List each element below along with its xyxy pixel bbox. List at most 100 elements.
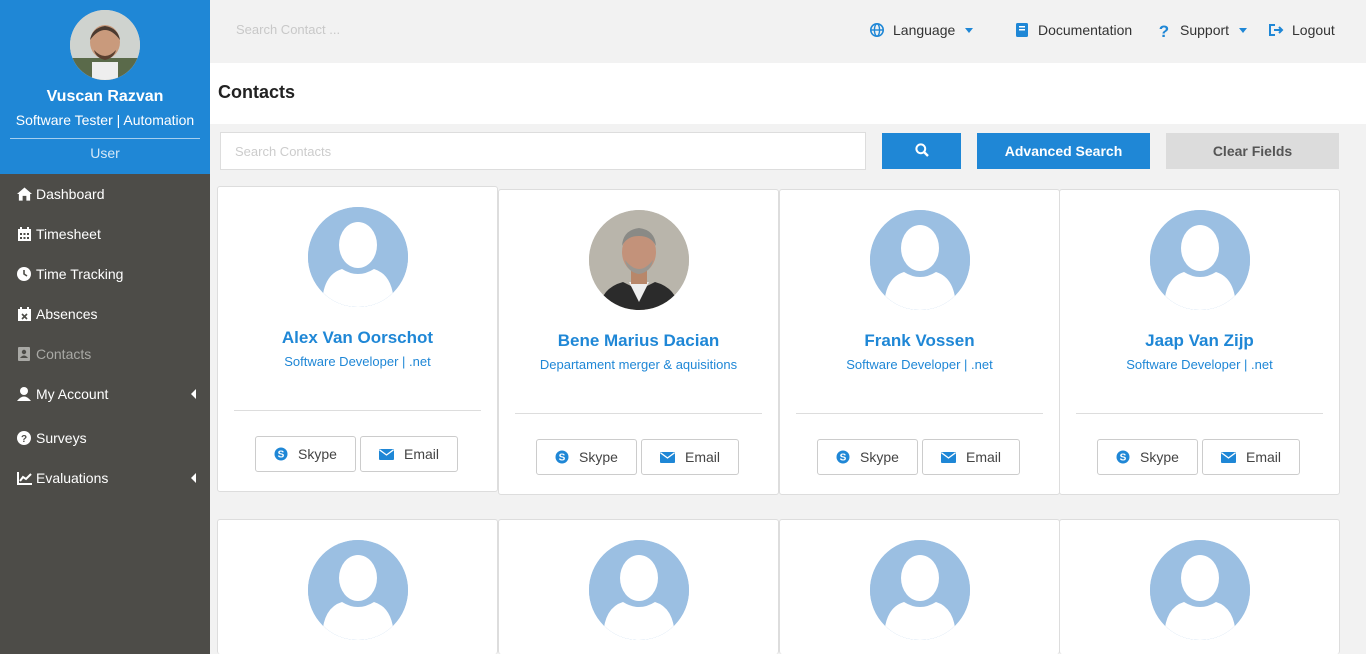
skype-icon: S xyxy=(274,447,288,461)
sidebar-item-label: Timesheet xyxy=(36,226,101,242)
user-icon xyxy=(16,386,32,402)
skype-button[interactable]: S Skype xyxy=(536,439,637,475)
contact-card-icon xyxy=(16,346,32,362)
logout-label: Logout xyxy=(1292,22,1335,38)
contact-avatar[interactable] xyxy=(588,540,689,640)
contact-card xyxy=(217,519,498,654)
profile-divider xyxy=(10,138,200,139)
email-label: Email xyxy=(1245,449,1281,465)
support-label: Support xyxy=(1180,22,1230,38)
email-button[interactable]: Email xyxy=(1202,439,1300,475)
contact-name[interactable]: Jaap Van Zijp xyxy=(1060,331,1339,351)
user-placeholder-icon xyxy=(307,540,408,640)
home-icon xyxy=(16,186,32,202)
contacts-search-input[interactable] xyxy=(220,132,866,170)
skype-icon: S xyxy=(555,450,569,464)
documentation-label: Documentation xyxy=(1038,22,1133,38)
email-button[interactable]: Email xyxy=(641,439,739,475)
contact-card: Bene Marius Dacian Departament merger & … xyxy=(498,189,779,495)
contact-name[interactable]: Frank Vossen xyxy=(780,331,1059,351)
contact-role: Software Developer | .net xyxy=(284,354,431,369)
calendar-icon xyxy=(16,226,32,242)
contact-card: Jaap Van Zijp Software Developer | .net … xyxy=(1059,189,1340,495)
contact-card: Frank Vossen Software Developer | .net S… xyxy=(779,189,1060,495)
sidebar-item-dashboard[interactable]: Dashboard xyxy=(0,174,210,214)
clear-fields-button[interactable]: Clear Fields xyxy=(1166,133,1339,169)
sidebar-item-absences[interactable]: Absences xyxy=(0,294,210,334)
top-search-input[interactable] xyxy=(236,22,486,37)
contact-avatar[interactable] xyxy=(1149,210,1250,310)
sidebar-item-label: Absences xyxy=(36,306,98,322)
svg-text:?: ? xyxy=(21,434,27,445)
sidebar-item-evaluations[interactable]: Evaluations xyxy=(0,458,210,498)
calendar-x-icon xyxy=(16,306,32,322)
sign-out-icon xyxy=(1268,22,1284,38)
contact-card: Alex Van Oorschot Software Developer | .… xyxy=(217,186,498,492)
contact-avatar[interactable] xyxy=(307,540,408,640)
svg-text:S: S xyxy=(840,453,847,464)
contact-card xyxy=(1059,519,1340,654)
contact-role: Software Developer | .net xyxy=(846,357,993,372)
sidebar-item-my-account[interactable]: My Account xyxy=(0,374,210,414)
chevron-down-icon xyxy=(965,27,974,33)
language-dropdown[interactable]: Language xyxy=(869,22,974,38)
svg-text:S: S xyxy=(1120,453,1127,464)
contact-photo xyxy=(588,210,689,310)
skype-icon: S xyxy=(836,450,850,464)
contact-role: Departament merger & aquisitions xyxy=(539,357,738,372)
sidebar-item-timesheet[interactable]: Timesheet xyxy=(0,214,210,254)
search-button[interactable] xyxy=(882,133,961,169)
globe-icon xyxy=(869,22,885,38)
expand-caret-icon xyxy=(191,473,196,483)
user-placeholder-icon xyxy=(1149,210,1250,310)
sidebar: Vuscan Razvan Software Tester | Automati… xyxy=(0,0,210,654)
email-button[interactable]: Email xyxy=(922,439,1020,475)
documentation-link[interactable]: Documentation xyxy=(1014,22,1132,38)
user-placeholder-icon xyxy=(869,540,970,640)
svg-text:S: S xyxy=(559,453,566,464)
email-button[interactable]: Email xyxy=(360,436,458,472)
contact-name[interactable]: Bene Marius Dacian xyxy=(499,331,778,351)
skype-button[interactable]: S Skype xyxy=(255,436,356,472)
sidebar-item-time-tracking[interactable]: Time Tracking xyxy=(0,254,210,294)
email-label: Email xyxy=(965,449,1001,465)
skype-label: Skype xyxy=(298,446,337,462)
contact-card xyxy=(779,519,1060,654)
contact-avatar[interactable] xyxy=(869,210,970,310)
sidebar-item-label: Dashboard xyxy=(36,186,105,202)
user-type: User xyxy=(90,145,120,161)
contact-name[interactable]: Alex Van Oorschot xyxy=(218,328,497,348)
user-avatar[interactable] xyxy=(70,10,140,80)
card-divider xyxy=(515,413,762,414)
profile-panel: Vuscan Razvan Software Tester | Automati… xyxy=(0,0,210,174)
user-placeholder-icon xyxy=(869,210,970,310)
logout-link[interactable]: Logout xyxy=(1268,22,1335,38)
book-icon xyxy=(1014,22,1030,38)
sidebar-nav: Dashboard Timesheet Time Tracking Absenc… xyxy=(0,174,210,498)
email-label: Email xyxy=(684,449,720,465)
card-divider xyxy=(1076,413,1323,414)
envelope-icon xyxy=(940,451,956,463)
envelope-icon xyxy=(1220,451,1236,463)
email-label: Email xyxy=(403,446,439,462)
expand-caret-icon xyxy=(191,389,196,399)
advanced-search-button[interactable]: Advanced Search xyxy=(977,133,1150,169)
user-placeholder-icon xyxy=(307,207,408,307)
contact-avatar[interactable] xyxy=(1149,540,1250,640)
envelope-icon xyxy=(378,448,394,460)
contact-avatar[interactable] xyxy=(307,207,408,307)
sidebar-item-label: Time Tracking xyxy=(36,266,124,282)
sidebar-item-surveys[interactable]: ? Surveys xyxy=(0,418,210,458)
skype-button[interactable]: S Skype xyxy=(817,439,918,475)
contact-avatar[interactable] xyxy=(588,210,689,310)
skype-icon: S xyxy=(1116,450,1130,464)
support-dropdown[interactable]: ? Support xyxy=(1156,22,1248,38)
language-label: Language xyxy=(893,22,956,38)
sidebar-item-contacts[interactable]: Contacts xyxy=(0,334,210,374)
skype-button[interactable]: S Skype xyxy=(1097,439,1198,475)
contact-avatar[interactable] xyxy=(869,540,970,640)
page-title: Contacts xyxy=(218,82,296,102)
user-name: Vuscan Razvan xyxy=(46,88,164,105)
user-placeholder-icon xyxy=(1149,540,1250,640)
card-divider xyxy=(234,410,481,411)
